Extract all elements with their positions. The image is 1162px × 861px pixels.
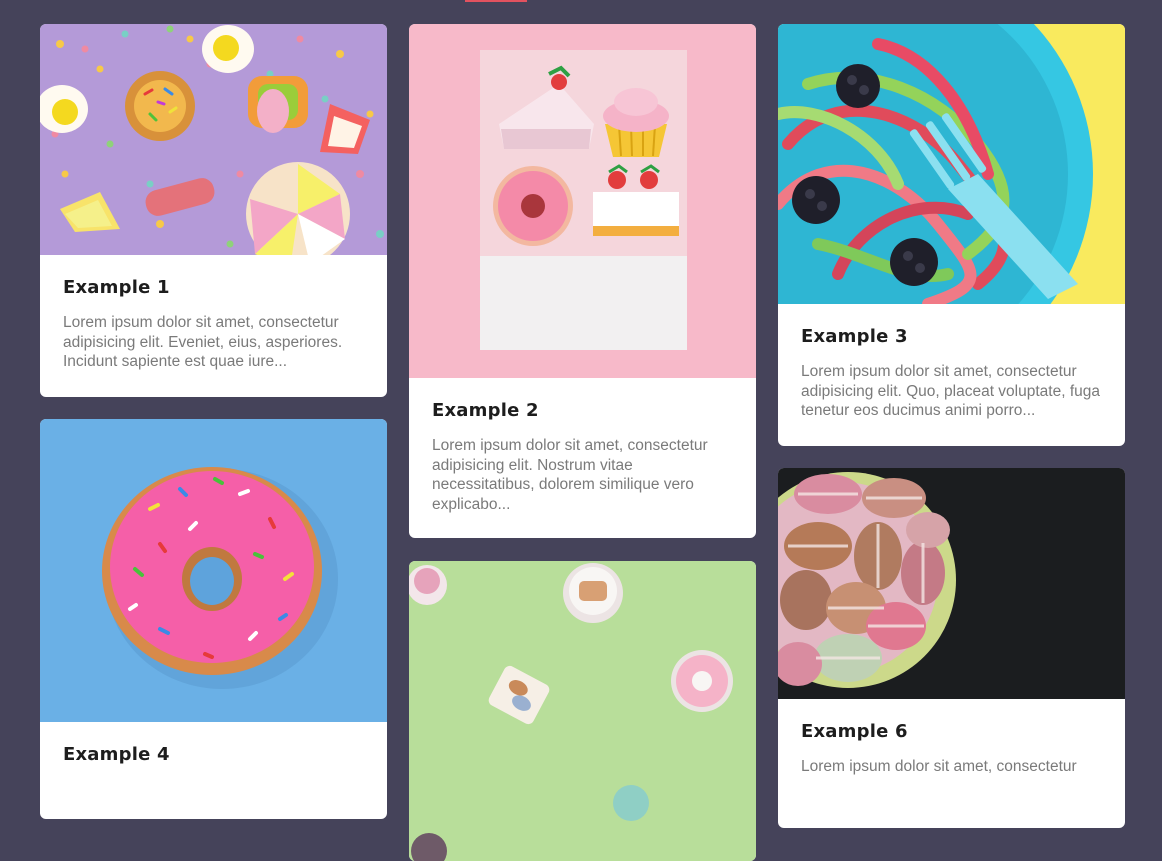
- mini-sweets-green-image: [409, 561, 756, 861]
- pastry-erasers-image: [409, 24, 756, 378]
- card-description: Lorem ipsum dolor sit amet, consectetur …: [63, 314, 343, 370]
- card-title: Example 6: [801, 721, 908, 742]
- card-title: Example 1: [63, 277, 170, 298]
- card-description: Lorem ipsum dolor sit amet, consectetur …: [432, 437, 708, 513]
- pink-donut-image: [40, 419, 387, 722]
- card-title: Example 2: [432, 400, 539, 421]
- top-accent-bar: [465, 0, 527, 2]
- card-example-2[interactable]: Example 2 Lorem ipsum dolor sit amet, co…: [409, 24, 756, 538]
- card-title: Example 3: [801, 326, 908, 347]
- card-description: Lorem ipsum dolor sit amet, consectetur: [801, 758, 1077, 775]
- card-title: Example 4: [63, 744, 170, 765]
- gummy-candy-bowl-image: [778, 24, 1125, 304]
- card-example-3[interactable]: Example 3 Lorem ipsum dolor sit amet, co…: [778, 24, 1125, 446]
- card-description: Lorem ipsum dolor sit amet, consectetur …: [801, 363, 1100, 419]
- card-example-4[interactable]: Example 4: [40, 419, 387, 819]
- candy-sprinkles-image: [40, 24, 387, 255]
- macarons-bowl-image: [778, 468, 1125, 699]
- card-example-1[interactable]: Example 1 Lorem ipsum dolor sit amet, co…: [40, 24, 387, 397]
- card-example-5[interactable]: [409, 561, 756, 861]
- card-example-6[interactable]: Example 6 Lorem ipsum dolor sit amet, co…: [778, 468, 1125, 828]
